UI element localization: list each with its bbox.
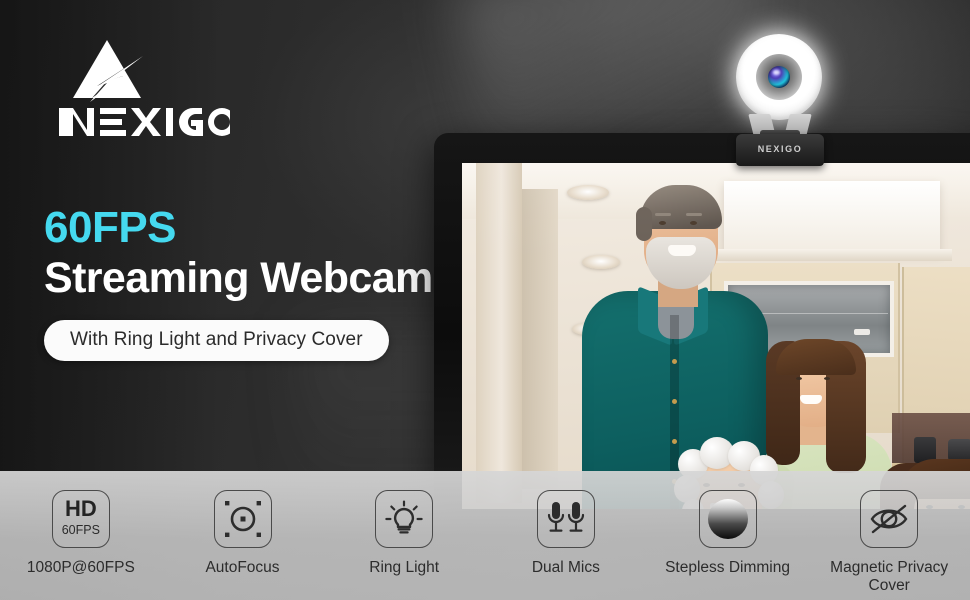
- feature-label: Ring Light: [369, 559, 440, 576]
- hero-title: Streaming Webcam: [44, 254, 433, 302]
- feature-item-stepless-dimming: Stepless Dimming: [647, 471, 809, 577]
- feature-label: AutoFocus: [205, 559, 280, 576]
- hero-text-block: 60FPS Streaming Webcam With Ring Light a…: [44, 203, 444, 362]
- privacy-cover-eye-off-icon: [860, 490, 919, 548]
- ring-light-bulb-icon: [375, 490, 434, 548]
- feature-item-1080p: HD 60FPS 1080P@60FPS: [0, 471, 162, 577]
- camera-lens: [768, 66, 790, 88]
- hd-icon-secondary-text: 60FPS: [61, 523, 100, 538]
- dual-mics-icon: [536, 490, 595, 548]
- hero-kicker: 60FPS: [44, 203, 177, 252]
- feature-item-autofocus: AutoFocus: [162, 471, 324, 577]
- webcam-base-brand: NEXIGO: [757, 144, 803, 154]
- feature-label: 1080P@60FPS: [26, 559, 135, 576]
- feature-label: Stepless Dimming: [665, 559, 790, 576]
- feature-item-privacy-cover: Magnetic Privacy Cover: [808, 471, 970, 596]
- autofocus-icon: [213, 490, 272, 548]
- webcam-device: NEXIGO: [716, 26, 842, 168]
- stepless-dimming-icon: [698, 490, 757, 548]
- hd-60fps-icon: HD 60FPS: [51, 490, 110, 548]
- feature-strip: HD 60FPS 1080P@60FPS AutoFocus Ring Ligh…: [0, 471, 970, 600]
- monitor-bezel: [434, 133, 970, 509]
- hero-subtitle-badge: With Ring Light and Privacy Cover: [44, 320, 389, 362]
- feature-item-ring-light: Ring Light: [323, 471, 485, 577]
- monitor-screen: [462, 163, 970, 509]
- product-banner: 60FPS Streaming Webcam With Ring Light a…: [0, 0, 970, 600]
- feature-item-dual-mics: Dual Mics: [485, 471, 647, 577]
- feature-label: Dual Mics: [531, 559, 600, 576]
- nexigo-logo: [45, 32, 230, 137]
- feature-label: Magnetic Privacy Cover: [830, 559, 949, 595]
- hd-icon-primary-text: HD: [64, 496, 97, 522]
